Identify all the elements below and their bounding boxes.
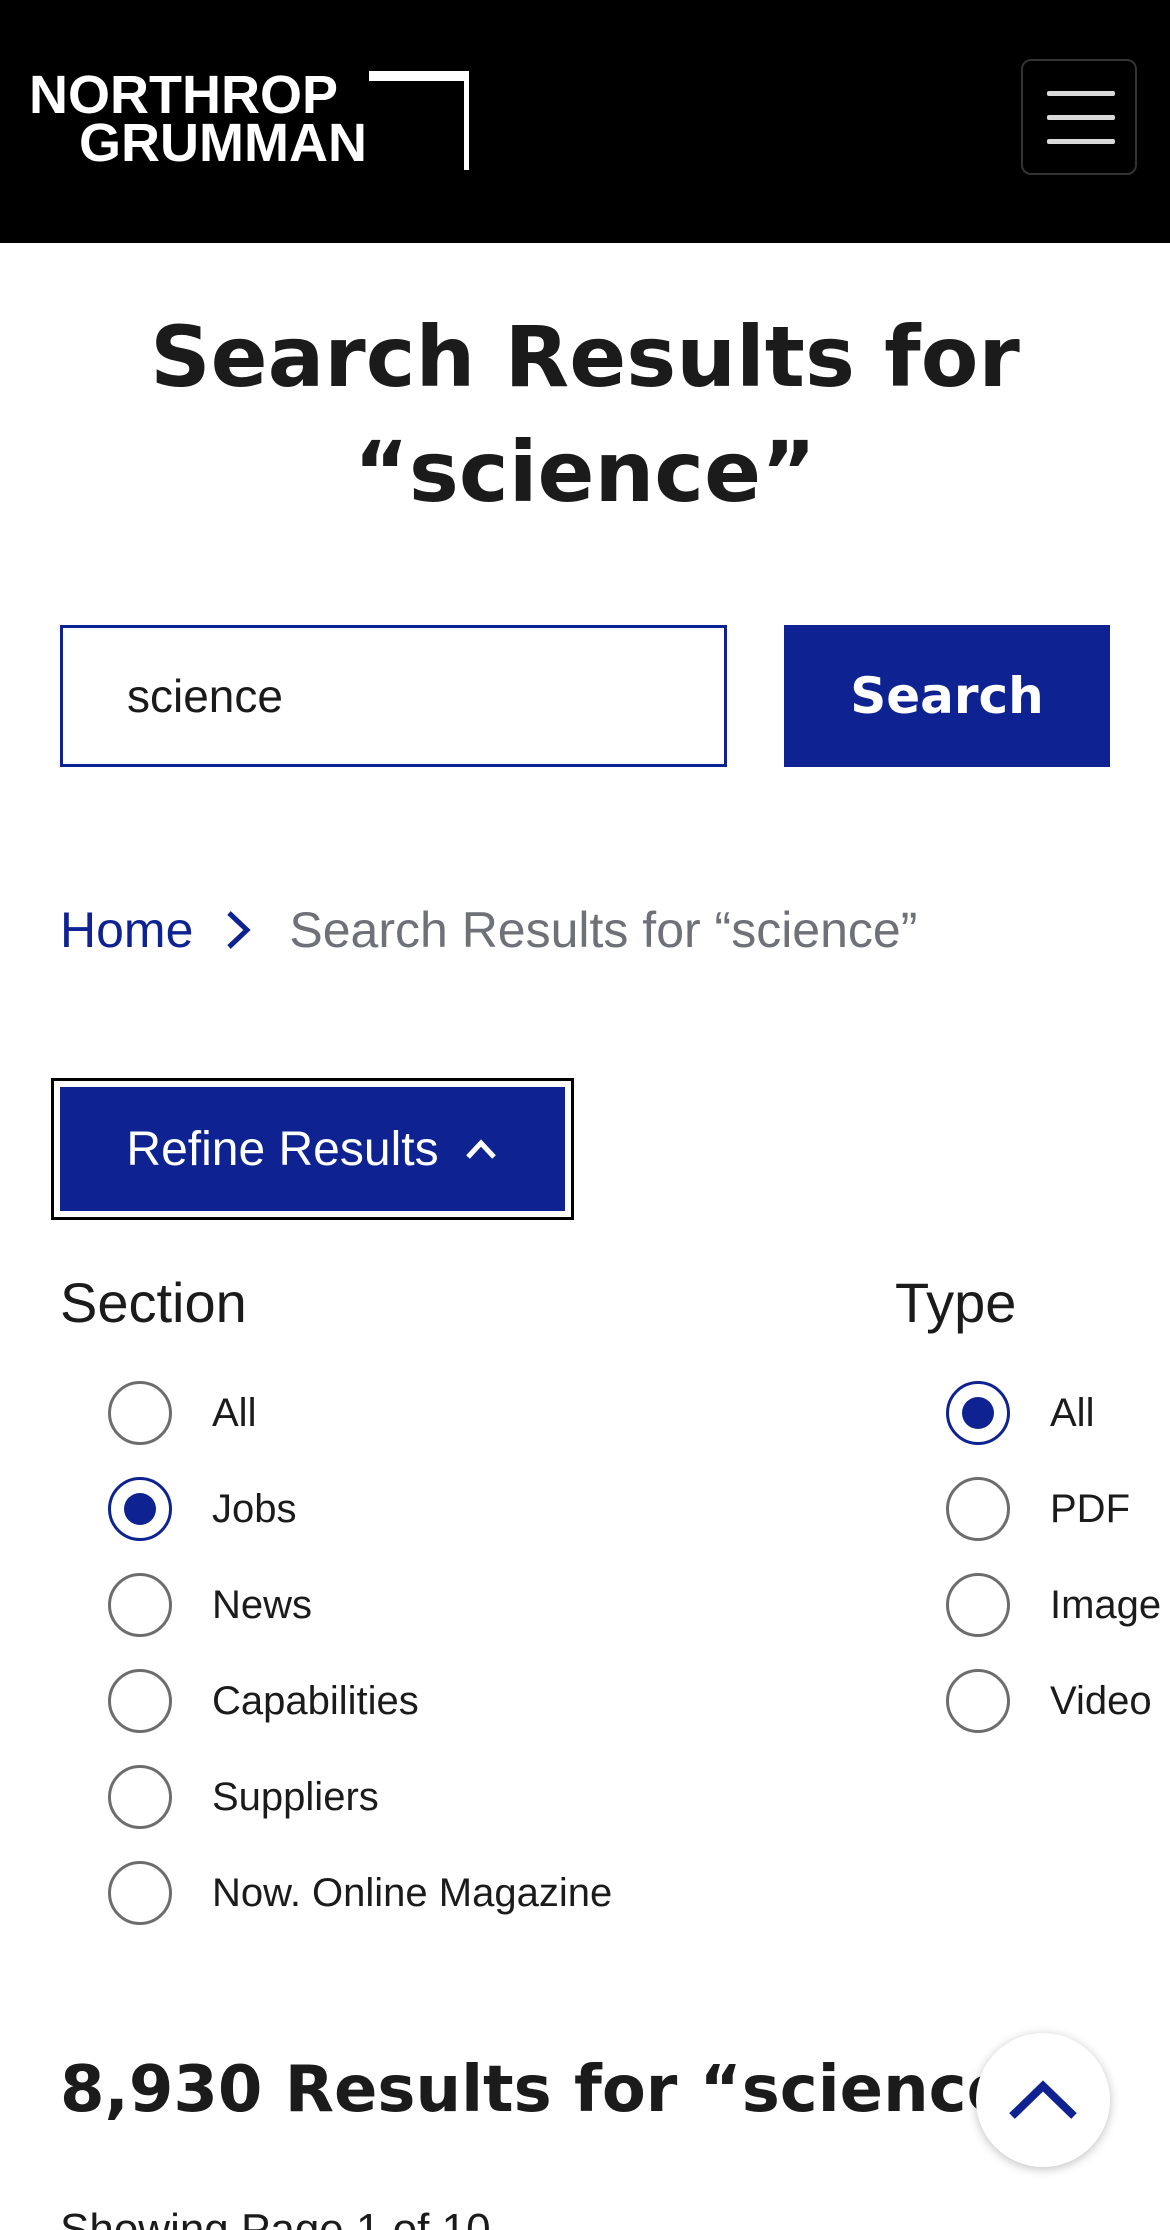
type-option-label: PDF <box>1050 1486 1130 1531</box>
type-option[interactable]: All <box>946 1378 1094 1448</box>
section-option-label: Jobs <box>212 1486 297 1531</box>
type-option-label: Video <box>1050 1678 1152 1723</box>
section-option[interactable]: Suppliers <box>108 1762 379 1832</box>
type-option-label: Image <box>1050 1582 1162 1627</box>
type-option[interactable]: Image <box>946 1570 1161 1640</box>
back-to-top-button[interactable] <box>976 2033 1110 2167</box>
section-option-label: Now. Online Magazine <box>212 1870 613 1915</box>
section-filter-title: Section <box>60 1271 247 1334</box>
section-option[interactable]: News <box>108 1570 312 1640</box>
type-radio[interactable] <box>946 1573 1010 1637</box>
refine-results-button[interactable]: Refine Results <box>60 1087 565 1211</box>
section-option-label: News <box>212 1582 313 1627</box>
search-button[interactable]: Search <box>784 625 1110 767</box>
section-radio[interactable] <box>108 1477 172 1541</box>
showing-page-text: Showing Page 1 of 10 <box>60 2205 491 2230</box>
type-radio[interactable] <box>946 1669 1010 1733</box>
chevron-right-icon <box>227 911 252 949</box>
hamburger-icon <box>1047 91 1115 96</box>
section-option[interactable]: Capabilities <box>108 1666 419 1736</box>
type-option-label: All <box>1050 1390 1095 1435</box>
refine-results-focus-ring: Refine Results <box>51 1078 574 1220</box>
results-count: 8,930 Results for “science” <box>60 2053 1053 2127</box>
section-option-label: All <box>212 1390 257 1435</box>
type-radio[interactable] <box>946 1477 1010 1541</box>
section-radio[interactable] <box>108 1861 172 1925</box>
section-option-label: Capabilities <box>212 1678 419 1723</box>
refine-results-label: Refine Results <box>126 1122 439 1176</box>
section-radio[interactable] <box>108 1573 172 1637</box>
breadcrumb-home-link[interactable]: Home <box>60 901 193 959</box>
section-radio[interactable] <box>108 1669 172 1733</box>
breadcrumb: Home Search Results for “science” <box>60 895 917 965</box>
site-header: NORTHROP GRUMMAN <box>0 0 1170 243</box>
menu-button[interactable] <box>1021 59 1137 175</box>
page-title: Search Results for “science” <box>150 308 1020 521</box>
section-option[interactable]: All <box>108 1378 256 1448</box>
chevron-up-icon <box>1009 2080 1077 2119</box>
logo-bracket-icon <box>369 71 469 170</box>
section-radio[interactable] <box>108 1765 172 1829</box>
chevron-up-icon <box>465 1139 496 1159</box>
section-option[interactable]: Now. Online Magazine <box>108 1858 612 1928</box>
type-option[interactable]: Video <box>946 1666 1152 1736</box>
type-radio[interactable] <box>946 1381 1010 1445</box>
section-option-label: Suppliers <box>212 1774 379 1819</box>
section-option[interactable]: Jobs <box>108 1474 297 1544</box>
search-input[interactable] <box>60 625 727 767</box>
northrop-grumman-logo[interactable]: NORTHROP GRUMMAN <box>29 66 479 171</box>
section-radio[interactable] <box>108 1381 172 1445</box>
breadcrumb-current: Search Results for “science” <box>289 902 918 958</box>
type-filter-title: Type <box>895 1271 1017 1334</box>
type-option[interactable]: PDF <box>946 1474 1130 1544</box>
